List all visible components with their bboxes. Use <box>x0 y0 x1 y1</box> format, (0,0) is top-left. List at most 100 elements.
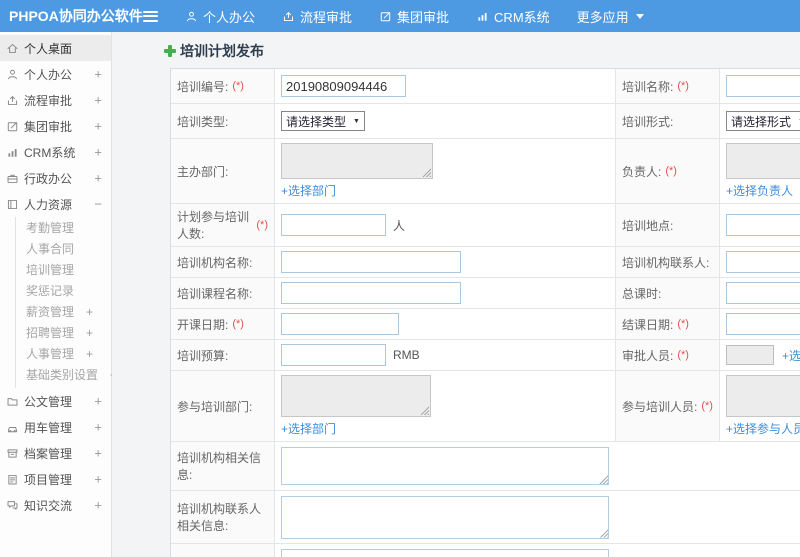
expand-plus-icon[interactable]: + <box>86 326 93 340</box>
nav-item-label: 流程审批 <box>300 9 353 25</box>
form-row: 参与培训部门: +选择部门 参与培训人员: (*) +选择参与人员 <box>171 371 800 442</box>
form-row: 培训课程名称: 总课时: <box>171 278 800 309</box>
menu-icon[interactable] <box>143 10 158 22</box>
sidebar-subitem-basic-categories[interactable]: 基础类别设置+ <box>16 365 117 386</box>
expand-plus-icon[interactable]: + <box>94 171 102 186</box>
field-label: 主办部门: <box>171 139 275 203</box>
field-cell <box>720 69 800 103</box>
total-hours-input[interactable] <box>726 282 800 304</box>
top-nav: 个人办公 流程审批 集团审批 CRM系统 更多应用 <box>158 7 644 26</box>
select-value: 请选择类型 <box>286 114 347 129</box>
nav-item-crm[interactable]: CRM系统 <box>476 7 550 26</box>
field-label-text: 培训课程名称: <box>177 286 253 301</box>
nav-item-personal-office[interactable]: 个人办公 <box>185 7 255 26</box>
participants-box[interactable] <box>726 375 800 417</box>
form-row: 培训预算: RMB 审批人员:(*) +选择审批人员 <box>171 340 800 371</box>
expand-plus-icon[interactable]: + <box>94 420 102 435</box>
host-department-box[interactable] <box>281 143 433 179</box>
training-name-input[interactable] <box>726 75 800 97</box>
field-label: 总课时: <box>616 278 720 308</box>
field-label-text: 培训机构联系人: <box>622 255 710 270</box>
sidebar-item-label: 用车管理 <box>24 420 73 435</box>
sidebar-item-admin-office[interactable]: 行政办公 + <box>0 165 111 191</box>
expand-plus-icon[interactable]: + <box>94 93 102 108</box>
form-row: 主办部门: +选择部门 负责人: (*) +选择负责人 <box>171 139 800 204</box>
expand-plus-icon[interactable]: + <box>86 305 93 319</box>
sidebar-subitem-attendance[interactable]: 考勤管理 <box>16 218 111 239</box>
nav-item-process-approval[interactable]: 流程审批 <box>282 7 352 26</box>
sidebar-item-projects[interactable]: 项目管理 + <box>0 466 111 492</box>
expand-plus-icon[interactable]: + <box>94 446 102 461</box>
approver-box[interactable] <box>726 345 774 365</box>
sidebar-subitem-training[interactable]: 培训管理 <box>16 260 111 281</box>
select-value: 请选择形式 <box>731 114 792 129</box>
org-contact-input[interactable] <box>726 251 800 273</box>
expand-plus-icon[interactable]: + <box>94 394 102 409</box>
field-cell: 人 <box>275 204 616 246</box>
select-department-link[interactable]: +选择部门 <box>281 182 336 199</box>
nav-item-group-approval[interactable]: 集团审批 <box>379 7 449 26</box>
training-type-select[interactable]: 请选择类型 ▼ <box>281 111 365 131</box>
car-icon <box>6 421 19 434</box>
sidebar-subitem-personnel[interactable]: 人事管理 + <box>16 344 111 365</box>
sidebar-item-label: CRM系统 <box>24 145 76 160</box>
budget-input[interactable] <box>281 344 386 366</box>
training-number-input[interactable] <box>281 75 406 97</box>
end-date-input[interactable] <box>726 313 800 335</box>
expand-plus-icon[interactable]: + <box>94 498 102 513</box>
nav-item-more-apps[interactable]: 更多应用 <box>577 7 644 26</box>
sidebar-subitem-rewards[interactable]: 奖惩记录 <box>16 281 111 302</box>
workflow-icon <box>6 94 19 107</box>
sidebar-item-documents[interactable]: 公文管理 + <box>0 388 111 414</box>
sidebar-subitem-salary[interactable]: 薪资管理 + <box>16 302 111 323</box>
field-cell <box>720 204 800 246</box>
sidebar-item-personal-office[interactable]: 个人办公 + <box>0 61 111 87</box>
expand-plus-icon[interactable]: + <box>94 472 102 487</box>
archive-icon <box>6 447 19 460</box>
select-participating-department-link[interactable]: +选择部门 <box>281 420 336 437</box>
collapse-minus-icon[interactable]: − <box>94 197 102 212</box>
field-label: 培训名称: (*) <box>616 69 720 103</box>
planned-participants-input[interactable] <box>281 214 386 236</box>
field-cell: +选择参与人员 <box>720 371 800 441</box>
sidebar-subitem-label: 人事管理 <box>26 347 75 361</box>
sidebar-item-personal-desktop[interactable]: 个人桌面 <box>0 35 111 61</box>
sidebar-item-knowledge[interactable]: 知识交流 + <box>0 492 111 518</box>
org-info-textarea[interactable] <box>281 447 609 485</box>
sidebar-item-crm[interactable]: CRM系统 + <box>0 139 111 165</box>
sidebar-item-archives[interactable]: 档案管理 + <box>0 440 111 466</box>
training-plan-form: 培训编号:(*)培训名称:(*)培训类型:请选择类型▼培训形式:请选择形式▼主办… <box>170 68 800 557</box>
org-contact-info-textarea[interactable] <box>281 495 609 539</box>
expand-plus-icon[interactable]: + <box>94 119 102 134</box>
sidebar-item-hr[interactable]: 人力资源 − <box>0 191 111 217</box>
field-label-text: 参与培训部门: <box>177 399 253 414</box>
field-cell <box>275 278 616 308</box>
field-cell <box>275 442 800 490</box>
expand-plus-icon[interactable]: + <box>94 67 102 82</box>
org-name-input[interactable] <box>281 251 461 273</box>
participating-departments-box[interactable] <box>281 375 431 417</box>
training-requirements-textarea[interactable] <box>281 548 609 557</box>
expand-plus-icon[interactable]: + <box>94 145 102 160</box>
course-name-input[interactable] <box>281 282 461 304</box>
home-icon <box>6 42 19 55</box>
field-label: 培训机构联系人相关信息: <box>171 491 275 543</box>
expand-plus-icon[interactable]: + <box>86 347 93 361</box>
select-approver-link[interactable]: +选择审批人员 <box>782 347 800 364</box>
sidebar-item-vehicles[interactable]: 用车管理 + <box>0 414 111 440</box>
nav-item-label: 个人办公 <box>203 9 256 25</box>
leader-box[interactable] <box>726 143 800 179</box>
sidebar-item-group-approval[interactable]: 集团审批 + <box>0 113 111 139</box>
sidebar-item-process-approval[interactable]: 流程审批 + <box>0 87 111 113</box>
start-date-input[interactable] <box>281 313 399 335</box>
sidebar-subitem-recruitment[interactable]: 招聘管理 + <box>16 323 111 344</box>
select-leader-link[interactable]: +选择负责人 <box>726 182 793 199</box>
chart-icon <box>476 10 489 23</box>
required-mark: (*) <box>677 318 689 330</box>
training-form-select[interactable]: 请选择形式▼ <box>726 111 800 131</box>
sidebar-subitem-label: 基础类别设置 <box>26 368 99 382</box>
select-participants-link[interactable]: +选择参与人员 <box>726 420 800 437</box>
training-location-input[interactable] <box>726 214 800 236</box>
sidebar-subitem-personnel-contract[interactable]: 人事合同 <box>16 239 111 260</box>
form-row: 培训机构名称: 培训机构联系人: <box>171 247 800 278</box>
